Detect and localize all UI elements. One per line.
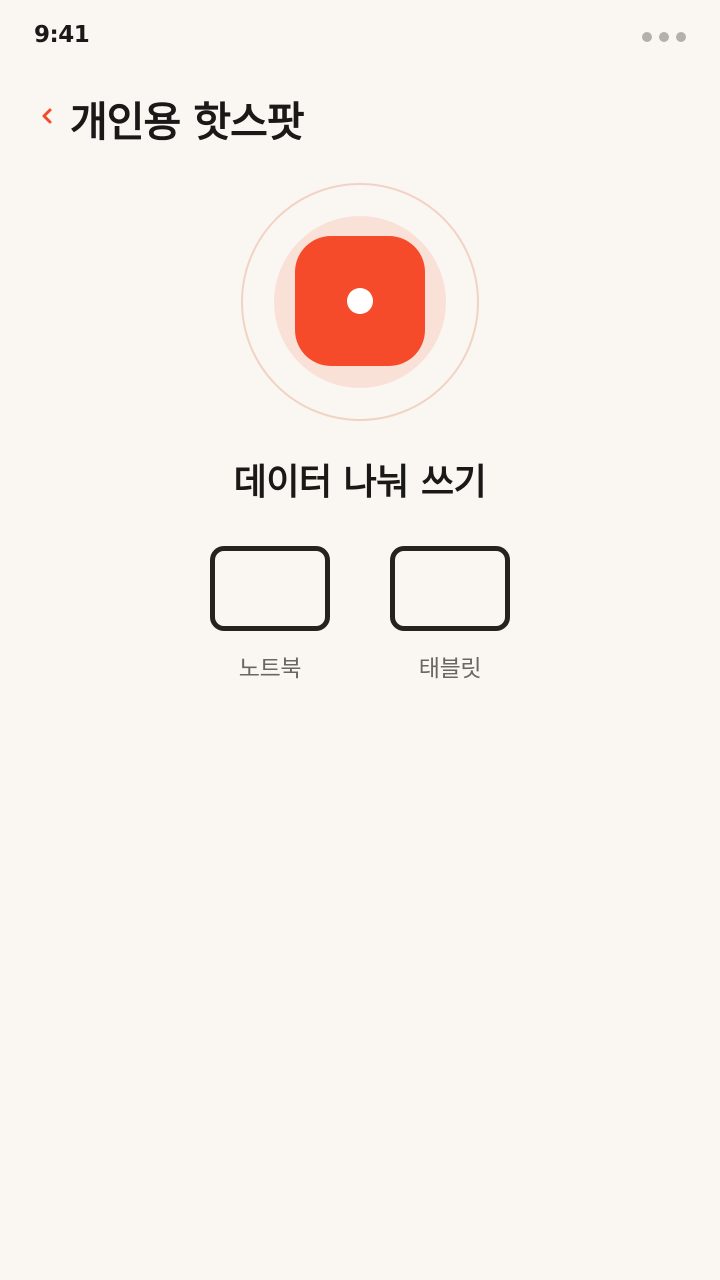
status-time: 9:41 [34,22,90,48]
page-title: 개인용 핫스팟 [70,98,305,146]
dot [642,32,652,42]
device-list: 노트북 태블릿 [0,546,720,696]
hotspot-toggle-button[interactable] [295,236,425,366]
back-button[interactable] [40,98,62,138]
tablet-icon [390,546,510,631]
hotspot-graphic [241,183,479,421]
chevron-left-icon [40,106,54,130]
device-notebook[interactable]: 노트북 [200,546,340,683]
device-label: 태블릿 [418,656,482,682]
hotspot-toggle-icon [347,288,373,314]
laptop-icon [210,546,330,631]
dot [659,32,669,42]
header: 개인용 핫스팟 [40,88,305,148]
more-dots-icon[interactable] [642,32,686,42]
status-bar: 9:41 [0,0,720,76]
dot [676,32,686,42]
share-title: 데이터 나눠 쓰기 [233,462,487,503]
device-tablet[interactable]: 태블릿 [380,546,520,683]
device-label: 노트북 [238,656,302,682]
